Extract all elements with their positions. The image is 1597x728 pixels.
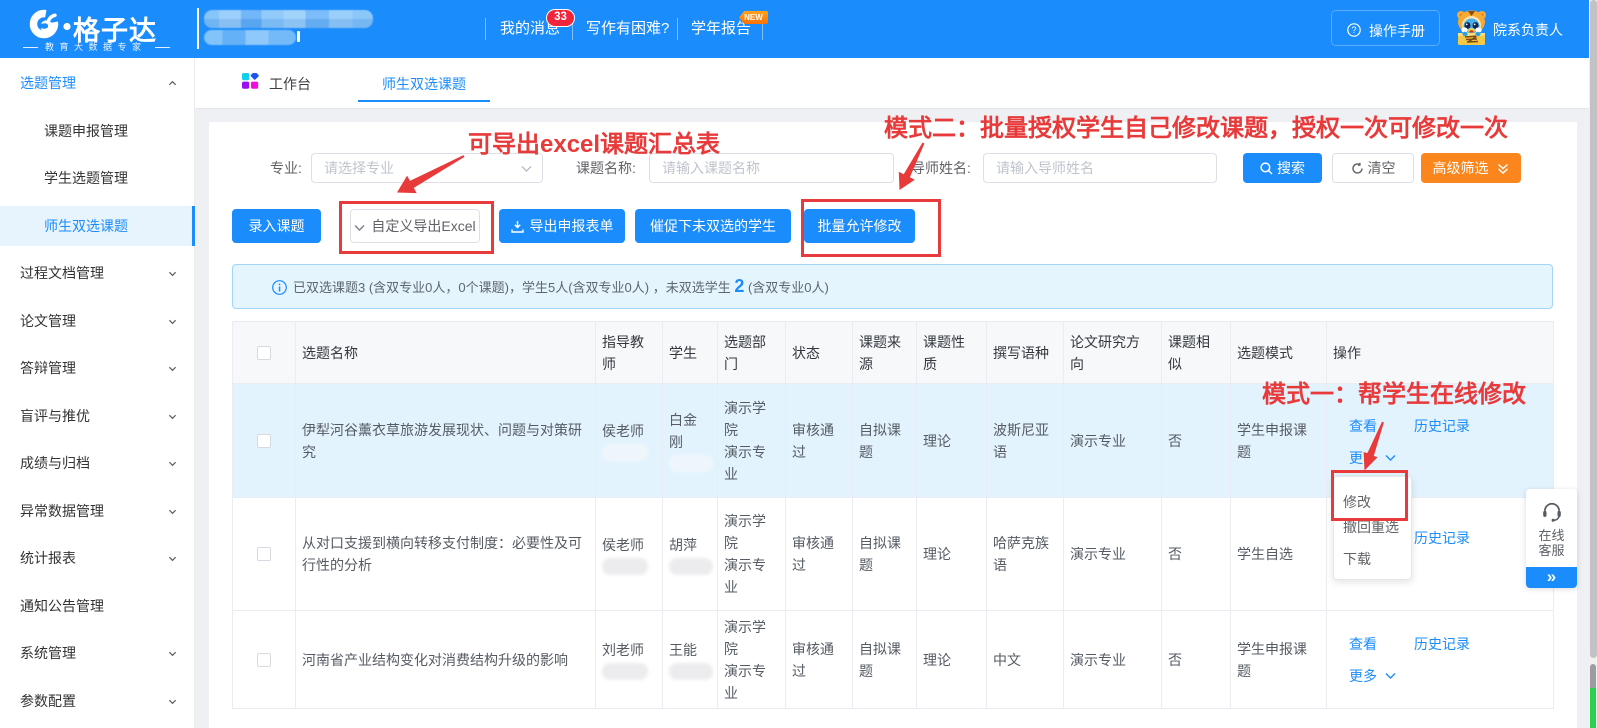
svg-text:?: ?	[1351, 25, 1356, 35]
